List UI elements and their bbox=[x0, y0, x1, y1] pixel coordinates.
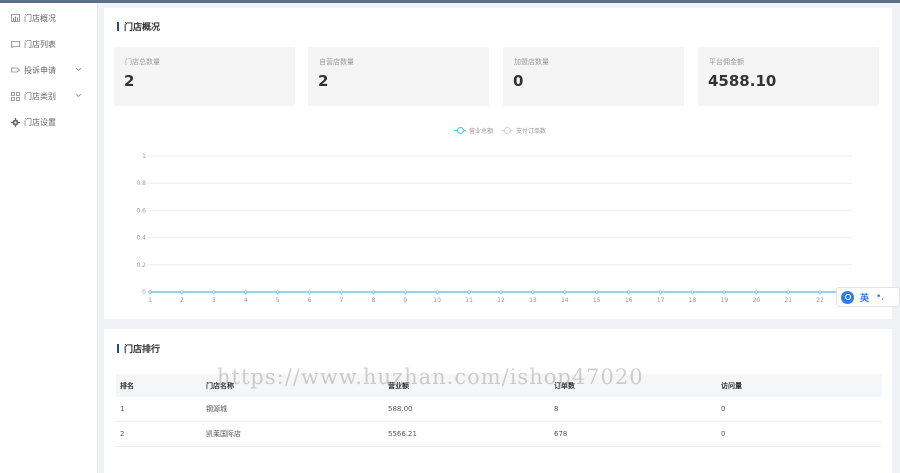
sidebar-item-label: 投诉申请 bbox=[24, 65, 56, 75]
data-point bbox=[531, 290, 535, 294]
x-tick-label: 15 bbox=[593, 297, 601, 304]
data-point bbox=[722, 290, 726, 294]
bar-chart-icon bbox=[8, 14, 22, 22]
table-cell: 678 bbox=[554, 430, 568, 438]
ranking-title: 门店排行 bbox=[124, 344, 161, 355]
data-point bbox=[244, 290, 248, 294]
x-tick-label: 20 bbox=[752, 297, 760, 304]
line-chart: 00.20.40.60.811 2 3 4 5 6 7 8 9 10 11 12 13 14 15 16 17 1… bbox=[136, 153, 856, 304]
data-point bbox=[403, 290, 407, 294]
data-point bbox=[435, 290, 439, 294]
x-tick-label: 22 bbox=[816, 297, 824, 304]
ime-punctuation-toggle[interactable]: •, bbox=[876, 292, 884, 302]
sidebar-item-settings[interactable]: 门店设置 bbox=[0, 111, 98, 133]
x-tick-label: 14 bbox=[561, 297, 569, 304]
data-point bbox=[627, 290, 631, 294]
title-accent-bar bbox=[117, 343, 119, 353]
data-point bbox=[148, 290, 152, 294]
sidebar: 门店概况 门店列表 投诉申请 门店类别 门店设置 bbox=[0, 3, 98, 473]
category-grid-icon bbox=[8, 91, 22, 101]
table-cell: 0 bbox=[721, 405, 726, 413]
ime-logo-icon bbox=[841, 290, 854, 304]
x-tick-label: 10 bbox=[433, 297, 441, 304]
y-tick-label: 0.8 bbox=[136, 180, 146, 187]
y-tick-label: 0.4 bbox=[136, 235, 146, 242]
x-tick-label: 11 bbox=[465, 297, 473, 304]
table-cell: 钢源城 bbox=[206, 405, 227, 413]
sidebar-item-label: 门店类别 bbox=[24, 91, 56, 101]
data-point bbox=[563, 290, 567, 294]
sidebar-item-overview[interactable]: 门店概况 bbox=[0, 7, 98, 29]
x-tick-label: 7 bbox=[340, 297, 344, 304]
table-cell: 588.00 bbox=[388, 405, 413, 413]
top-bar bbox=[0, 0, 900, 3]
data-point bbox=[180, 290, 184, 294]
table-cell: 0 bbox=[721, 430, 726, 438]
x-tick-label: 2 bbox=[180, 297, 184, 304]
sidebar-item-complaint[interactable]: 投诉申请 bbox=[0, 59, 98, 81]
y-tick-label: 0.6 bbox=[136, 207, 146, 214]
data-point bbox=[467, 290, 471, 294]
store-list-icon bbox=[8, 40, 22, 48]
table-cell: 凯莱国际店 bbox=[206, 430, 241, 438]
ime-language-toggle[interactable]: 英 bbox=[860, 291, 869, 304]
x-tick-label: 16 bbox=[625, 297, 633, 304]
chevron-down-icon[interactable] bbox=[75, 65, 82, 74]
x-tick-label: 19 bbox=[721, 297, 729, 304]
data-point bbox=[690, 290, 695, 294]
x-tick-label: 5 bbox=[276, 297, 280, 304]
sidebar-item-store-list[interactable]: 门店列表 bbox=[0, 33, 98, 55]
sidebar-item-label: 门店概况 bbox=[24, 13, 56, 23]
watermark: https://www.huzhan.com/ishop47020 bbox=[217, 365, 644, 389]
data-point bbox=[371, 290, 375, 294]
column-header: 访问量 bbox=[721, 381, 742, 390]
chevron-down-icon[interactable] bbox=[75, 91, 82, 100]
gear-icon bbox=[8, 117, 22, 127]
x-tick-label: 6 bbox=[308, 297, 312, 304]
data-point bbox=[658, 290, 663, 294]
column-header: 排名 bbox=[120, 381, 134, 390]
data-point bbox=[595, 290, 599, 294]
data-point bbox=[499, 290, 503, 294]
data-point bbox=[212, 290, 216, 294]
overview-card: 门店概况 门店总数量 2 自营店数量 2 加盟店数量 0 平台佣金额 4588.… bbox=[104, 8, 892, 319]
x-tick-label: 9 bbox=[403, 297, 407, 304]
table-row[interactable]: 2 凯莱国际店 5566.21 678 0 bbox=[116, 422, 882, 447]
x-tick-label: 8 bbox=[371, 297, 375, 304]
table-cell: 8 bbox=[554, 405, 559, 413]
x-tick-label: 1 bbox=[148, 297, 152, 304]
data-point bbox=[786, 290, 790, 294]
x-tick-label: 4 bbox=[244, 297, 248, 304]
y-tick-label: 0 bbox=[142, 289, 146, 296]
complaint-icon bbox=[8, 66, 22, 74]
data-point bbox=[754, 290, 758, 294]
data-point bbox=[307, 290, 312, 294]
data-point bbox=[276, 290, 280, 294]
x-tick-label: 12 bbox=[497, 297, 505, 304]
x-tick-label: 3 bbox=[212, 297, 216, 304]
x-tick-label: 13 bbox=[529, 297, 537, 304]
y-tick-label: 1 bbox=[142, 153, 146, 160]
ranking-card: 门店排行 排名 门店名称 营业额 订单数 访问量 1 钢源城 588.00 8 … bbox=[104, 329, 892, 473]
sidebar-item-label: 门店设置 bbox=[24, 117, 56, 127]
x-tick-label: 17 bbox=[657, 297, 665, 304]
x-tick-label: 21 bbox=[784, 297, 792, 304]
table-cell: 5566.21 bbox=[388, 430, 417, 438]
sidebar-item-label: 门店列表 bbox=[24, 39, 56, 49]
x-tick-label: 18 bbox=[689, 297, 697, 304]
section-title: 门店排行 bbox=[117, 341, 160, 355]
table-row[interactable]: 1 钢源城 588.00 8 0 bbox=[116, 397, 882, 422]
sidebar-item-category[interactable]: 门店类别 bbox=[0, 85, 98, 107]
table-cell: 1 bbox=[120, 405, 125, 413]
ime-toolbar[interactable]: 英 •, bbox=[836, 287, 900, 307]
data-point bbox=[818, 290, 822, 294]
table-cell: 2 bbox=[120, 430, 125, 438]
y-tick-label: 0.2 bbox=[136, 262, 146, 269]
data-point bbox=[339, 290, 344, 294]
